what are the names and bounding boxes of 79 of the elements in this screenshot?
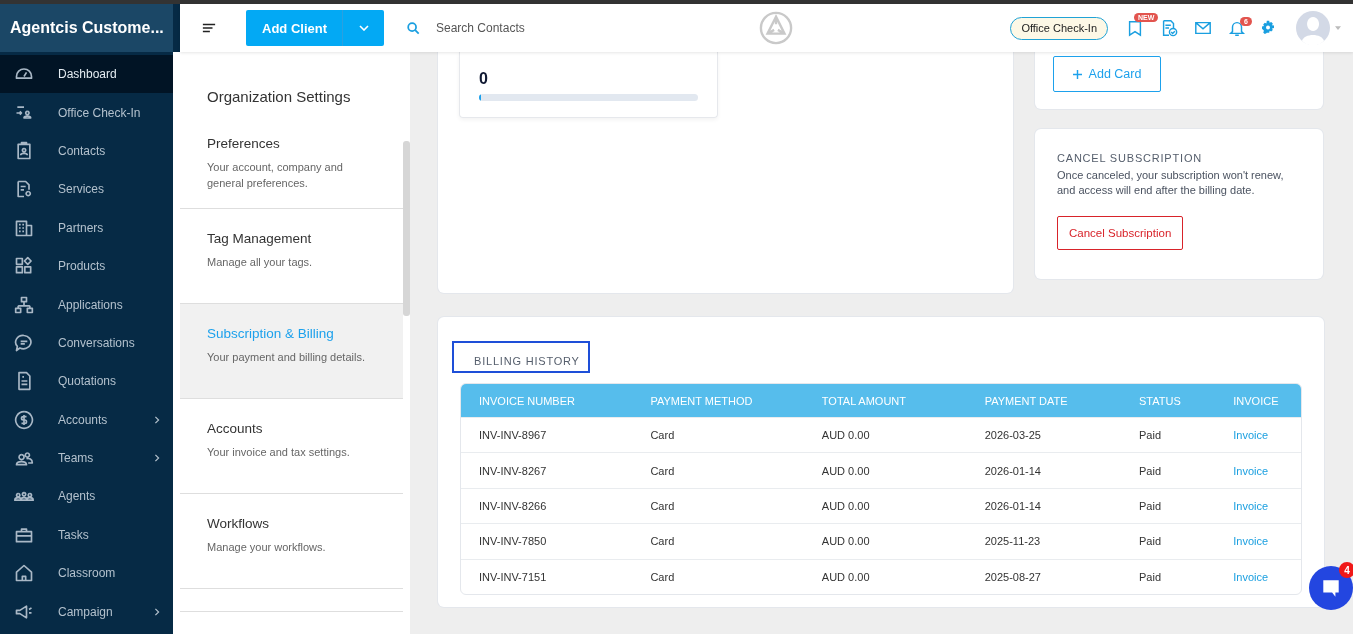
table-cell-text: Card bbox=[649, 499, 676, 512]
sidebar-item[interactable]: Dashboard bbox=[0, 55, 173, 94]
sidebar-item[interactable]: Campaign bbox=[0, 592, 173, 631]
chat-badge: 4 bbox=[1339, 562, 1353, 578]
card-text: Once canceled, your subscription won't renew, and access will end after the billing date. bbox=[1057, 168, 1285, 198]
table-cell-text: AUD 0.00 bbox=[820, 499, 871, 512]
chat-bubble-icon bbox=[14, 332, 34, 353]
search-icon[interactable] bbox=[406, 21, 420, 35]
table-cell-text: 2026-03-25 bbox=[983, 429, 1042, 442]
settings-item-description: Manage all your tags. bbox=[207, 255, 314, 270]
chat-bubble-icon bbox=[1320, 577, 1342, 599]
sidebar-item[interactable]: Services bbox=[0, 170, 173, 209]
scrollbar-thumb[interactable] bbox=[403, 141, 411, 316]
table-cell-text: INV-INV-7850 bbox=[478, 535, 548, 548]
table-cell-text: Paid bbox=[1138, 464, 1163, 477]
settings-item-description: Your account, company and general preferences. bbox=[207, 160, 344, 191]
menu-icon[interactable] bbox=[202, 22, 216, 34]
settings-icon[interactable] bbox=[1260, 20, 1276, 36]
app-title: Agentcis Custome... bbox=[0, 4, 173, 52]
mail-icon[interactable] bbox=[1194, 19, 1212, 37]
caret-down-icon[interactable] bbox=[359, 25, 369, 31]
settings-menu-item[interactable]: Subscription & Billing Your payment and billing details. bbox=[180, 304, 404, 399]
sidebar-item[interactable]: Office Check-In bbox=[0, 93, 173, 132]
table-cell-text: INV-INV-7151 bbox=[478, 570, 548, 583]
section-title: BILLING HISTORY bbox=[452, 341, 590, 373]
table-cell-text: Paid bbox=[1138, 535, 1163, 548]
table-cell-text: Card bbox=[649, 535, 676, 548]
bookmark-icon[interactable] bbox=[1126, 19, 1144, 37]
settings-item-title: Preferences bbox=[207, 136, 281, 151]
sidebar-item[interactable]: Quotations bbox=[0, 362, 173, 401]
card-title: CANCEL SUBSCRIPTION bbox=[1057, 152, 1203, 164]
settings-item-title: Workflows bbox=[207, 516, 270, 531]
sidebar-item[interactable]: Classroom bbox=[0, 554, 173, 593]
sidebar-item[interactable]: Teams bbox=[0, 438, 173, 478]
document-gear-icon bbox=[14, 179, 34, 200]
table-cell-text: INV-INV-8266 bbox=[478, 499, 548, 512]
table-cell-text: 2026-01-14 bbox=[983, 464, 1042, 477]
cancel-subscription-button[interactable]: Cancel Subscription bbox=[1057, 216, 1184, 250]
settings-item-description: Manage your workflows. bbox=[207, 540, 327, 555]
blocks-icon bbox=[14, 256, 34, 277]
table-cell-text: AUD 0.00 bbox=[820, 570, 871, 583]
table-cell-text: 2025-08-27 bbox=[983, 570, 1042, 583]
table-cell-text: 2026-01-14 bbox=[983, 499, 1042, 512]
plus-icon bbox=[1072, 69, 1082, 79]
settings-title: Organization Settings bbox=[206, 87, 352, 107]
sidebar-item[interactable]: Applications bbox=[0, 285, 173, 324]
settings-item-title: Subscription & Billing bbox=[207, 326, 335, 341]
table-cell-text: AUD 0.00 bbox=[820, 429, 871, 442]
bell-icon[interactable] bbox=[1228, 19, 1246, 37]
table-cell-text: AUD 0.00 bbox=[820, 535, 871, 548]
table-cell-text: Card bbox=[649, 429, 676, 442]
table-cell-text: 2025-11-23 bbox=[983, 535, 1042, 548]
hierarchy-icon bbox=[14, 294, 34, 315]
table-cell-text: INV-INV-8267 bbox=[478, 464, 548, 477]
office-check-in-button[interactable]: Office Check-In bbox=[1010, 16, 1108, 40]
sidebar-item[interactable]: Conversations bbox=[0, 323, 173, 363]
table-cell-text: AUD 0.00 bbox=[820, 464, 871, 477]
license-count: 0 bbox=[479, 70, 489, 88]
settings-item-description: Your invoice and tax settings. bbox=[207, 445, 351, 460]
logo-icon bbox=[759, 11, 793, 45]
document-check-icon[interactable] bbox=[1160, 19, 1178, 37]
id-badge-icon bbox=[14, 140, 34, 161]
caret-down-icon[interactable] bbox=[1335, 26, 1341, 30]
sidebar-item[interactable]: Accounts bbox=[0, 400, 173, 439]
settings-item-description: Your payment and billing details. bbox=[207, 350, 366, 365]
table-cell-text: Card bbox=[649, 570, 676, 583]
sidebar-item[interactable]: Tasks bbox=[0, 515, 173, 555]
settings-item-title: Tag Management bbox=[207, 231, 313, 246]
sidebar-item[interactable]: Partners bbox=[0, 208, 173, 247]
house-icon bbox=[14, 563, 34, 584]
sidebar-item[interactable]: Products bbox=[0, 246, 173, 286]
table-cell-text: Paid bbox=[1138, 499, 1163, 512]
table-cell-text: Paid bbox=[1138, 570, 1163, 583]
table-cell-text: INV-INV-8967 bbox=[478, 429, 548, 442]
table-cell-text: Card bbox=[649, 464, 676, 477]
sidebar-item[interactable]: Agents bbox=[0, 477, 173, 516]
sidebar-item[interactable]: Contacts bbox=[0, 131, 173, 171]
table-cell-text: Paid bbox=[1138, 429, 1163, 442]
settings-item-title: Accounts bbox=[207, 421, 264, 436]
